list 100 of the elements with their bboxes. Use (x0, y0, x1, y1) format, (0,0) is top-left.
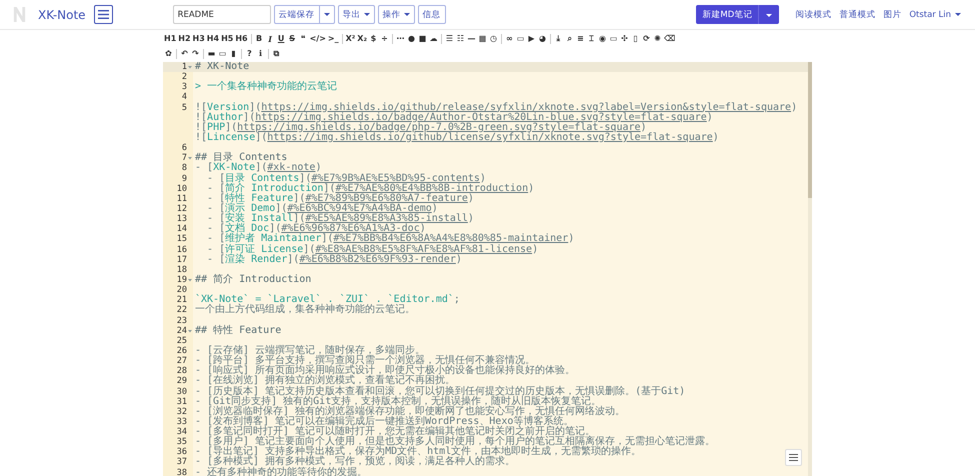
toolbar-button[interactable]: H2 (177, 32, 192, 46)
menu-button[interactable] (94, 5, 113, 24)
url-text: #xk-note (267, 162, 316, 174)
link-text: 特性 Feature (225, 192, 294, 204)
dropdown-button[interactable]: 云端保存 (274, 5, 320, 24)
toolbar-button[interactable]: H5 (220, 32, 234, 46)
toolbar-button[interactable]: ⌕ (564, 32, 575, 46)
toolbar-button[interactable]: ↶ (179, 46, 190, 60)
toolbar-button[interactable]: ✣ (618, 32, 630, 46)
toolbar-button[interactable]: ◕ (536, 32, 548, 46)
line-number: 3 (182, 82, 187, 92)
toolbar-button[interactable]: ▦ (476, 32, 488, 46)
toolbar-button[interactable]: ☰ (444, 32, 455, 46)
toolbar-button[interactable]: ▯ (630, 32, 641, 46)
toolbar-button[interactable]: U (276, 32, 287, 46)
toolbar-button[interactable]: ↷ (190, 46, 201, 60)
toolbar-button[interactable]: ⟳ (640, 32, 652, 46)
nav-link[interactable]: 阅读模式 (795, 8, 832, 20)
toolbar-button[interactable]: — (466, 32, 477, 46)
toolbar-button[interactable]: ℹ (255, 46, 266, 60)
toolbar-button[interactable]: ✿ (163, 46, 174, 60)
toolbar-button[interactable]: ⤓ (552, 32, 564, 46)
toolbar-button[interactable]: ◉ (596, 32, 608, 46)
fold-icon[interactable] (188, 156, 192, 160)
toolbar-button[interactable]: ⧉ (271, 46, 282, 60)
filename-field[interactable]: README (172, 5, 271, 24)
code-editor[interactable] (163, 62, 812, 476)
toolbar-button[interactable]: ⌫ (662, 32, 676, 46)
fold-icon[interactable] (188, 328, 192, 333)
scrollbar-thumb[interactable] (808, 62, 812, 198)
fold-icon[interactable] (188, 65, 192, 70)
caret-icon (955, 13, 961, 16)
new-note-button[interactable]: 新建MD笔记 (696, 5, 758, 24)
code-text: - [ (206, 172, 226, 184)
url-text: #%E7%AE%80%E4%BB%8B-introduction (335, 182, 528, 194)
dropdown-toggle[interactable] (758, 5, 780, 24)
line-number: 25 (176, 336, 187, 346)
line-number: 5 (182, 102, 187, 113)
user-menu[interactable]: Otstar Lin (909, 10, 961, 20)
brand-name[interactable]: XK-Note (38, 8, 86, 22)
toolbar-button[interactable]: ✺ (652, 32, 663, 46)
line-number: 1 (182, 62, 187, 72)
code-text: - [发布到博客] 笔记可以在编辑完成后一键推送到WordPress、Hexo等博客系统。 (195, 416, 574, 427)
url-text: #%E5%AE%89%E8%A3%85-install (305, 213, 468, 224)
toolbar-button[interactable]: ▭ (217, 46, 228, 60)
toolbar-button[interactable]: X₂ (356, 32, 368, 46)
toolbar-button[interactable]: ? (244, 46, 255, 60)
code-text: ]( (293, 213, 306, 224)
line-number: 6 (182, 143, 187, 154)
fold-icon[interactable] (188, 278, 192, 282)
toolbar-button[interactable]: ◷ (488, 32, 499, 46)
toolbar-button[interactable]: H3 (192, 32, 206, 46)
toolbar-button[interactable]: ÷ (378, 32, 390, 46)
toolbar-button[interactable]: ≡ (574, 32, 586, 46)
toolbar-button[interactable]: S (286, 32, 298, 46)
toolbar-button[interactable]: ▭ (608, 32, 619, 46)
toolbar-button[interactable]: ∞ (504, 32, 515, 46)
toolbar-button[interactable]: H6 (234, 32, 249, 46)
toolbar-button[interactable]: ⋯ (394, 32, 406, 46)
toolbar-button[interactable]: ▮ (228, 46, 239, 60)
line-number: 15 (176, 234, 187, 245)
toolbar-button[interactable]: H4 (206, 32, 220, 46)
toolbar-button[interactable]: 信息 (418, 5, 446, 24)
toolbar-button[interactable]: ⌶ (586, 32, 597, 46)
scrollbar[interactable] (808, 62, 812, 476)
toolbar-button[interactable]: >_ (326, 32, 340, 46)
toolbar-button[interactable]: </> (308, 32, 327, 46)
outline-button[interactable] (785, 449, 802, 466)
toolbar-button[interactable]: X² (344, 32, 356, 46)
toolbar-button[interactable]: I (264, 32, 276, 46)
line-number: 7 (182, 153, 187, 164)
link-text: 简介 Introduction (225, 182, 324, 194)
toolbar-button[interactable]: ● (406, 32, 417, 46)
toolbar-button[interactable]: H1 (163, 32, 178, 46)
dropdown-toggle[interactable] (320, 5, 335, 24)
toolbar-button[interactable]: ■ (416, 32, 428, 46)
dropdown-button[interactable]: 导出 (338, 5, 375, 24)
toolbar-button[interactable]: ▭ (514, 32, 526, 46)
toolbar-button[interactable]: ☁ (428, 32, 439, 46)
line-number: 4 (182, 92, 187, 103)
code-text: ![ (195, 102, 208, 113)
url-text: #%E6%BC%94%E7%A4%BA-demo (287, 202, 432, 214)
toolbar-button[interactable]: B (254, 32, 265, 46)
code-text: - [ (206, 202, 226, 214)
line-number: 8 (182, 163, 187, 174)
toolbar-button[interactable]: ▶ (526, 32, 537, 46)
toolbar-button[interactable]: ☷ (454, 32, 466, 46)
toolbar-button[interactable]: ❝ (298, 32, 309, 46)
code-text: ) (468, 213, 474, 224)
url-text: #%E6%B8%B2%E6%9F%93-render (299, 254, 456, 265)
code-text: ) (791, 102, 798, 113)
link-text: XK-Note (213, 162, 256, 174)
line-number: 24 (176, 326, 187, 336)
nav-link[interactable]: 普通模式 (839, 8, 876, 20)
nav-link[interactable]: 图片 (883, 8, 902, 20)
toolbar-button[interactable]: ▬ (206, 46, 217, 60)
code-text: - [云存储] 云端撰写笔记，随时保存，多端同步。 (195, 344, 426, 356)
dropdown-button[interactable]: 操作 (378, 5, 415, 24)
toolbar-button[interactable]: $ (368, 32, 379, 46)
code-text: ) (640, 122, 647, 133)
